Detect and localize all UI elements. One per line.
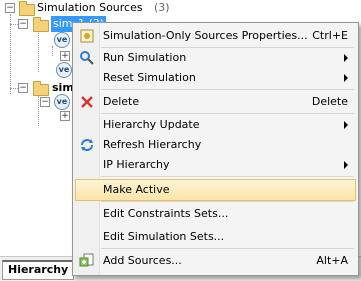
menu-separator [101, 89, 354, 90]
tab-hierarchy[interactable]: Hierarchy [2, 260, 75, 280]
menu-item-label: Add Sources... [103, 254, 182, 267]
menu-item-label: Simulation-Only Sources Properties... [103, 29, 308, 42]
menu-item-label: Delete [103, 95, 140, 108]
add-sources-icon [79, 253, 94, 267]
verilog-file-icon: ve [54, 94, 70, 110]
tree-root-count: (3) [154, 1, 170, 14]
properties-icon [80, 29, 94, 43]
menu-item-label: Edit Simulation Sets... [103, 230, 225, 243]
collapse-toggle[interactable]: − [18, 83, 28, 93]
menu-item-label: Hierarchy Update [103, 118, 200, 131]
menu-item-run-simulation[interactable]: Run Simulation [75, 48, 356, 68]
menu-item-refresh-hierarchy[interactable]: Refresh Hierarchy [75, 135, 356, 155]
menu-item-label: Make Active [103, 183, 170, 196]
menu-item-hierarchy-update[interactable]: Hierarchy Update [75, 115, 356, 135]
collapse-toggle[interactable]: − [40, 97, 50, 107]
submenu-arrow-icon [344, 121, 348, 129]
delete-x-icon [81, 96, 93, 108]
menu-item-shortcut: Ctrl+E [312, 29, 348, 42]
tree-item[interactable]: ve [52, 62, 72, 78]
collapse-toggle[interactable]: − [18, 19, 28, 29]
menu-item-label: IP Hierarchy [103, 158, 170, 171]
menu-item-properties[interactable]: Simulation-Only Sources Properties... Ct… [75, 26, 356, 46]
expand-toggle[interactable]: + [60, 51, 70, 61]
verilog-file-icon: ve [54, 32, 70, 48]
menu-item-label: Refresh Hierarchy [103, 138, 202, 151]
menu-item-label: Reset Simulation [103, 71, 196, 84]
menu-item-label: Run Simulation [103, 51, 187, 64]
menu-item-edit-constraints-sets[interactable]: Edit Constraints Sets... [75, 204, 356, 224]
context-menu: Simulation-Only Sources Properties... Ct… [72, 22, 359, 276]
menu-separator [101, 201, 354, 202]
collapse-toggle[interactable]: − [5, 3, 15, 13]
expand-toggle[interactable]: + [60, 111, 70, 121]
menu-item-ip-hierarchy[interactable]: IP Hierarchy [75, 155, 356, 175]
menu-separator [101, 176, 354, 177]
menu-item-shortcut: Delete [311, 95, 348, 108]
submenu-arrow-icon [344, 54, 348, 62]
menu-item-label: Edit Constraints Sets... [103, 207, 229, 220]
folder-icon [33, 17, 49, 32]
tree-guide [38, 30, 39, 72]
refresh-icon [81, 139, 93, 151]
menu-item-reset-simulation[interactable]: Reset Simulation [75, 68, 356, 88]
menu-item-delete[interactable]: Delete Delete [75, 92, 356, 112]
menu-item-edit-simulation-sets[interactable]: Edit Simulation Sets... [75, 227, 356, 247]
run-simulation-icon [80, 51, 94, 65]
tree-item[interactable]: − ve [40, 94, 72, 110]
menu-item-add-sources[interactable]: Add Sources... Alt+A [75, 251, 356, 271]
verilog-file-icon: ve [56, 62, 72, 78]
tree-guide [10, 14, 11, 94]
menu-item-shortcut: Alt+A [316, 254, 348, 267]
tree-guide [38, 96, 39, 126]
submenu-arrow-icon [344, 161, 348, 169]
tree-root-label: Simulation Sources [37, 1, 143, 14]
menu-item-make-active[interactable]: Make Active [75, 179, 356, 201]
tree-item-sim-1[interactable]: − sim_1 (3) [18, 16, 107, 32]
folder-icon [19, 1, 35, 16]
menu-separator [101, 113, 354, 114]
tree-root-row[interactable]: − Simulation Sources (3) [0, 0, 200, 16]
tree-item[interactable]: ve [46, 32, 72, 48]
menu-separator [101, 248, 354, 249]
submenu-arrow-icon [344, 74, 348, 82]
